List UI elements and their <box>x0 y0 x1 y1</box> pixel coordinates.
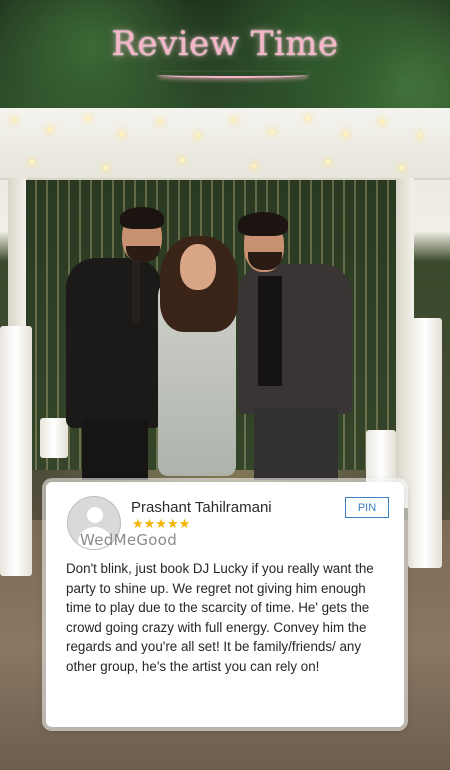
page-title: Review Time <box>111 24 339 64</box>
title-underline <box>158 72 308 78</box>
candle-pillar <box>40 418 68 458</box>
star-rating: ★★★★★ <box>132 516 191 531</box>
candle-pillar <box>408 318 442 568</box>
review-post: Review Time Prashant Tahilramani ★★★★★ W… <box>0 0 450 770</box>
review-text: Don't blink, just book DJ Lucky if you r… <box>66 561 374 674</box>
drape-canopy <box>0 108 450 180</box>
wedmegood-watermark: WedMeGood <box>80 531 178 549</box>
candle-pillar <box>0 326 32 576</box>
pin-button[interactable]: PIN <box>345 497 389 518</box>
reviewer-name: Prashant Tahilramani <box>131 499 272 516</box>
candle-pillar <box>366 430 396 490</box>
review-card: Prashant Tahilramani ★★★★★ WedMeGood PIN… <box>46 482 404 727</box>
